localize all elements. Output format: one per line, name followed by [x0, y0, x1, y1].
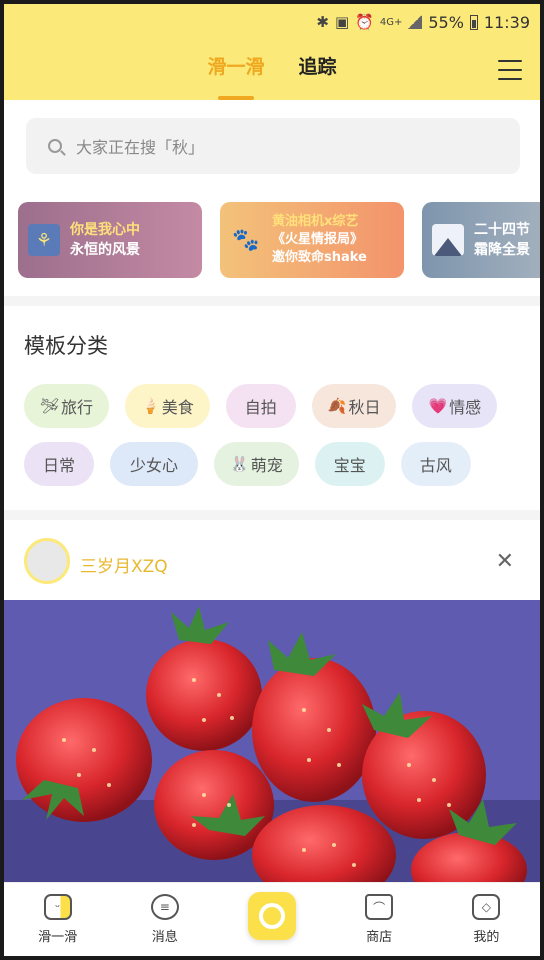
post-image[interactable] — [4, 600, 540, 886]
nav-label: 我的 — [473, 930, 500, 945]
search-icon — [48, 139, 62, 153]
app-root: ✱ ▣ ⏰ 4G+ 55% 11:39 滑一滑 追踪 大家正在搜「秋」 ⚘ 你是… — [4, 4, 540, 956]
chip-label: 旅行 — [61, 398, 94, 417]
chip-label: 美食 — [161, 398, 194, 417]
network-type: 4G+ — [379, 16, 403, 28]
leaf-icon: 🍂 — [327, 397, 347, 415]
status-bar: ✱ ▣ ⏰ 4G+ 55% 11:39 — [316, 10, 530, 34]
strawberries-image — [4, 600, 540, 886]
banner-line: 霜降全景 — [474, 242, 530, 258]
banner-line: 邀你致命shake — [272, 250, 367, 265]
nav-profile[interactable]: ◇ 我的 — [441, 894, 531, 945]
clock: 11:39 — [483, 12, 530, 32]
chip-label: 古风 — [419, 456, 452, 475]
message-icon: ≡ — [150, 894, 179, 920]
banner-card[interactable]: ⚘ 你是我心中 永恒的风景 — [18, 202, 202, 278]
category-row-2: 日常 少女心 🐰 萌宠 宝宝 古风 — [24, 442, 534, 486]
tab-slide[interactable]: 滑一滑 — [207, 52, 264, 79]
nav-label: 商店 — [366, 930, 393, 945]
close-icon[interactable]: ✕ — [496, 551, 514, 573]
nav-messages[interactable]: ≡ 消息 — [120, 894, 210, 945]
chip-label: 萌宠 — [250, 456, 283, 475]
battery-percent: 55% — [428, 12, 464, 32]
signal-icon — [408, 15, 423, 29]
nav-label: 滑一滑 — [38, 930, 78, 945]
battery-icon — [469, 14, 478, 30]
chip-label: 少女心 — [129, 456, 178, 475]
hamburger-menu-icon[interactable] — [498, 60, 522, 80]
section-divider — [4, 510, 540, 520]
nav-slide[interactable]: ᵕ 滑一滑 — [13, 894, 103, 945]
header-tabs: 滑一滑 追踪 — [4, 52, 540, 79]
search-placeholder: 大家正在搜「秋」 — [76, 138, 205, 157]
banner-carousel[interactable]: ⚘ 你是我心中 永恒的风景 🐾 黄油相机x综艺 《火星情报局》 邀你致命shak… — [18, 202, 540, 278]
nav-camera[interactable] — [227, 891, 317, 940]
chip-label: 日常 — [42, 456, 75, 475]
top-bar: ✱ ▣ ⏰ 4G+ 55% 11:39 滑一滑 追踪 — [4, 4, 540, 100]
post-username[interactable]: 三岁月XZQ — [80, 552, 168, 577]
section-divider — [4, 296, 540, 306]
tab-follow[interactable]: 追踪 — [299, 52, 337, 79]
category-row-1: 🛩 旅行 🍦 美食 自拍 🍂 秋日 💗 情感 — [24, 384, 534, 428]
chip-baby[interactable]: 宝宝 — [314, 442, 385, 486]
bunny-icon: 🐰 — [230, 455, 249, 473]
avatar[interactable] — [24, 538, 70, 584]
chip-label: 秋日 — [348, 398, 381, 417]
banner-card[interactable]: 二十四节 霜降全景 — [422, 202, 540, 278]
chip-pets[interactable]: 🐰 萌宠 — [214, 442, 299, 486]
grain-icon: ⚘ — [28, 224, 60, 256]
nav-label: 消息 — [151, 930, 178, 945]
chip-label: 情感 — [449, 398, 482, 417]
ice-cream-icon: 🍦 — [141, 397, 160, 415]
chip-food[interactable]: 🍦 美食 — [125, 384, 210, 428]
chip-label: 宝宝 — [333, 456, 366, 475]
chip-emotion[interactable]: 💗 情感 — [412, 384, 498, 428]
shop-icon: ⌒ — [365, 894, 394, 920]
airplane-icon: 🛩 — [40, 397, 60, 415]
home-card-icon: ᵕ — [43, 894, 72, 920]
chip-daily[interactable]: 日常 — [24, 442, 94, 486]
camera-icon — [247, 891, 296, 940]
active-tab-indicator — [218, 96, 254, 100]
banner-line: 二十四节 — [474, 222, 530, 238]
mountain-icon — [432, 224, 464, 256]
chip-selfie[interactable]: 自拍 — [225, 384, 296, 428]
alarm-icon: ⏰ — [355, 13, 374, 31]
banner-card[interactable]: 🐾 黄油相机x综艺 《火星情报局》 邀你致命shake — [220, 202, 404, 278]
chip-autumn[interactable]: 🍂 秋日 — [311, 384, 397, 428]
banner-line: 你是我心中 — [70, 222, 140, 238]
nav-shop[interactable]: ⌒ 商店 — [334, 894, 424, 945]
profile-icon: ◇ — [472, 894, 501, 920]
chip-travel[interactable]: 🛩 旅行 — [24, 384, 110, 428]
bottom-nav: ᵕ 滑一滑 ≡ 消息 ⌒ 商店 ◇ 我的 — [4, 882, 540, 956]
bluetooth-icon: ✱ — [316, 13, 329, 31]
category-title: 模板分类 — [24, 334, 108, 358]
nfc-icon: ▣ — [334, 13, 350, 31]
chip-label: 自拍 — [244, 398, 277, 417]
banner-line: 《火星情报局》 — [272, 232, 364, 247]
banner-line: 永恒的风景 — [70, 242, 140, 258]
post-header: 三岁月XZQ ✕ — [4, 522, 540, 602]
banner-line: 黄油相机x综艺 — [272, 214, 359, 229]
search-bar[interactable]: 大家正在搜「秋」 — [26, 118, 520, 174]
cats-icon: 🐾 — [232, 227, 260, 253]
chip-ancient[interactable]: 古风 — [400, 442, 471, 486]
chip-girly[interactable]: 少女心 — [110, 442, 198, 486]
heart-icon: 💗 — [428, 397, 448, 415]
